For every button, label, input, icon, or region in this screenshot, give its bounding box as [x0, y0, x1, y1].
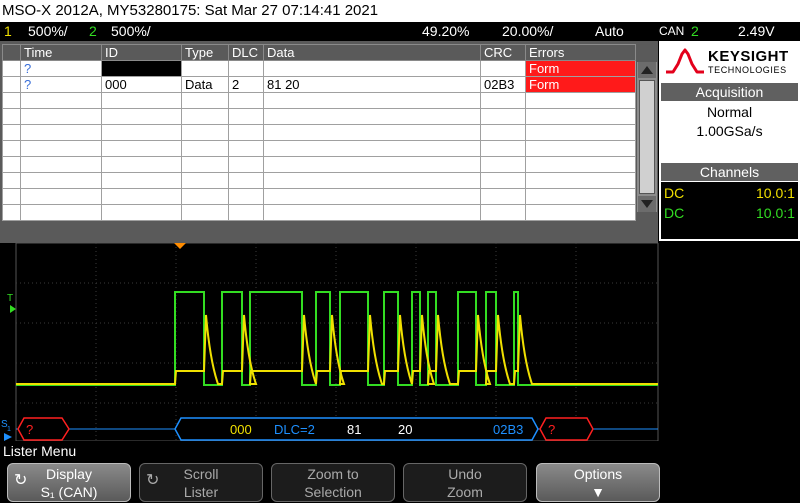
table-row[interactable] — [2, 156, 636, 173]
menu-title: Lister Menu — [0, 441, 800, 462]
arrow-up-icon — [641, 66, 653, 74]
table-row[interactable]: ? 000 Data 2 81 20 02B3 Form — [2, 76, 636, 93]
header-type[interactable]: Type — [181, 44, 229, 61]
ch1-number[interactable]: 1 — [4, 22, 12, 41]
decode-data-byte-2: 20 — [398, 422, 412, 437]
cell-dlc: 2 — [228, 76, 264, 93]
softkey-line1: Options — [573, 466, 623, 482]
scroll-lister-button[interactable]: ↻ Scroll Lister — [139, 463, 263, 502]
serial-bus-marker[interactable] — [4, 433, 12, 441]
softkey-line2: Zoom — [447, 484, 483, 500]
table-row[interactable] — [2, 172, 636, 189]
decode-crc: 02B3 — [493, 422, 523, 437]
trigger-source[interactable]: CAN — [659, 22, 684, 41]
decode-data-byte-1: 81 — [347, 422, 361, 437]
table-row[interactable] — [2, 92, 636, 109]
serial-bus-number: 1 — [7, 426, 11, 433]
scroll-thumb[interactable] — [639, 80, 655, 194]
status-row: 1 500%/ 2 500%/ 49.20% 20.00%/ Auto CAN … — [0, 22, 800, 41]
cell-crc — [480, 60, 526, 77]
keysight-wave-icon — [666, 48, 704, 74]
keysight-logo: KEYSIGHT TECHNOLOGIES — [664, 44, 796, 80]
ch1-probe[interactable]: 10.0:1 — [756, 185, 795, 201]
graticule-frame — [15, 243, 659, 441]
acquisition-header: Acquisition — [661, 83, 798, 101]
softkey-line1: Undo — [448, 466, 482, 482]
trigger-delay[interactable]: 20.00%/ — [502, 22, 553, 41]
trigger-mode[interactable]: Auto — [595, 22, 624, 41]
cell-errors: Form — [525, 76, 636, 93]
table-row[interactable] — [2, 140, 636, 157]
header-dlc[interactable]: DLC — [228, 44, 264, 61]
acquisition-mode[interactable]: Normal — [661, 104, 798, 120]
cell-type — [181, 60, 229, 77]
ch1-scale[interactable]: 500%/ — [28, 22, 68, 41]
decode-id: 000 — [230, 422, 252, 437]
trigger-level-marker[interactable] — [10, 305, 16, 313]
trigger-level-label: T — [7, 293, 13, 304]
waveform-display[interactable]: T ? 000 DLC=2 81 20 02B3 ? S 1 — [0, 243, 660, 441]
row-marker — [2, 76, 21, 93]
scroll-up-button[interactable] — [638, 62, 656, 78]
trigger-channel[interactable]: 2 — [691, 22, 699, 41]
chevron-down-icon: ▼ — [591, 484, 605, 500]
header-id[interactable]: ID — [101, 44, 182, 61]
cell-errors: Form — [525, 60, 636, 77]
header-errors[interactable]: Errors — [525, 44, 636, 61]
decode-dlc: DLC=2 — [274, 422, 315, 437]
zoom-to-selection-button[interactable]: Zoom to Selection — [271, 463, 395, 502]
scroll-down-button[interactable] — [638, 196, 656, 212]
display-s1-can-button[interactable]: ↻ Display S₁ (CAN) — [7, 463, 131, 502]
brand-subtitle: TECHNOLOGIES — [708, 65, 787, 75]
undo-zoom-button[interactable]: Undo Zoom — [403, 463, 527, 502]
cell-time: ? — [20, 76, 102, 93]
cell-id — [101, 60, 182, 77]
lister-table: Time ID Type DLC Data CRC Errors ? Form … — [2, 44, 636, 221]
rotate-knob-icon: ↻ — [146, 472, 160, 489]
lister-header-row: Time ID Type DLC Data CRC Errors — [2, 44, 636, 61]
cell-data: 81 20 — [263, 76, 481, 93]
cell-crc: 02B3 — [480, 76, 526, 93]
table-row[interactable] — [2, 188, 636, 205]
ch2-coupling[interactable]: DC — [664, 205, 684, 221]
cell-time: ? — [20, 60, 102, 77]
rotate-knob-icon: ↻ — [14, 472, 28, 489]
table-row[interactable] — [2, 204, 636, 221]
trigger-level[interactable]: 2.49V — [738, 22, 775, 41]
cell-type: Data — [181, 76, 229, 93]
time-scale[interactable]: 49.20% — [422, 22, 469, 41]
table-row[interactable] — [2, 124, 636, 141]
softkey-line1: Zoom to — [307, 466, 359, 482]
sample-rate: 1.00GSa/s — [696, 123, 763, 139]
options-button[interactable]: Options ▼ — [536, 463, 660, 502]
channels-header: Channels — [661, 163, 798, 181]
softkey-line2: Selection — [304, 484, 362, 500]
table-row[interactable] — [2, 108, 636, 125]
header-crc[interactable]: CRC — [480, 44, 526, 61]
decode-error-text: ? — [548, 422, 555, 437]
row-marker — [2, 60, 21, 77]
ch2-probe[interactable]: 10.0:1 — [756, 205, 795, 221]
channels-box: DC 10.0:1 DC 10.0:1 — [661, 182, 798, 239]
ch1-coupling[interactable]: DC — [664, 185, 684, 201]
cell-data — [263, 60, 481, 77]
ch2-number[interactable]: 2 — [89, 22, 97, 41]
title-bar: MSO-X 2012A, MY53280175: Sat Mar 27 07:1… — [0, 0, 800, 22]
cell-id: 000 — [101, 76, 182, 93]
table-row[interactable]: ? Form — [2, 60, 636, 77]
brand-name: KEYSIGHT — [708, 48, 789, 65]
header-marker — [2, 44, 21, 61]
header-time[interactable]: Time — [20, 44, 102, 61]
arrow-down-icon — [641, 200, 653, 208]
lister-panel: Time ID Type DLC Data CRC Errors ? Form … — [0, 41, 658, 243]
header-data[interactable]: Data — [263, 44, 481, 61]
cell-dlc — [228, 60, 264, 77]
decode-error-text: ? — [26, 422, 33, 437]
ch2-scale[interactable]: 500%/ — [111, 22, 151, 41]
